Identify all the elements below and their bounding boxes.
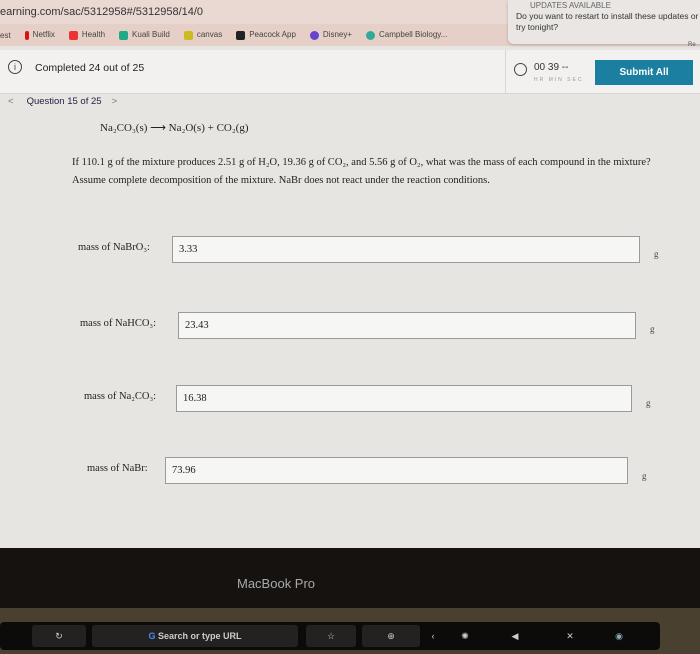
campbell-icon: [366, 30, 376, 40]
macbook-brand: MacBook Pro: [237, 576, 316, 591]
info-icon[interactable]: i: [8, 60, 22, 74]
notification-message: Do you want to restart to install these …: [516, 11, 699, 33]
timer: 00 39 -- HR MIN SEC: [505, 50, 587, 94]
question-indicator: Question 15 of 25: [26, 96, 102, 107]
new-tab-icon[interactable]: ⊕: [362, 625, 420, 647]
bookmark-disney[interactable]: Disney+: [309, 30, 352, 40]
touchbar-search[interactable]: G Search or type URL: [92, 625, 298, 647]
nabr-mass-input[interactable]: [165, 457, 628, 484]
touch-bar: ↻ G Search or type URL ☆ ⊕ ‹ ✺ ◀ ✕ ◉: [0, 622, 660, 650]
canvas-icon: [183, 30, 193, 40]
timer-labels: HR MIN SEC: [534, 77, 584, 83]
mute-icon[interactable]: ✕: [555, 625, 585, 647]
reaction-equation: Na₂CO₃(s) ⟶ Na₂O(s) + CO₂(g): [100, 122, 249, 134]
unit-label: g: [654, 249, 659, 259]
na2co3-mass-input[interactable]: [176, 385, 632, 412]
bookmark-health[interactable]: Health: [68, 30, 105, 40]
peacock-icon: [236, 30, 246, 40]
volume-icon[interactable]: ◀: [500, 625, 530, 647]
unit-label: g: [650, 324, 655, 334]
netflix-icon: [24, 30, 29, 40]
notification-heading: UPDATES AVAILABLE: [530, 1, 611, 10]
collapse-icon[interactable]: ‹: [424, 625, 442, 647]
answer-label: mass of NaHCO₃:: [80, 318, 156, 329]
disney-icon: [309, 30, 319, 40]
reload-icon[interactable]: ↻: [32, 625, 86, 647]
bookmark-kuali[interactable]: Kuali Build: [119, 30, 170, 40]
bookmark-campbell[interactable]: Campbell Biology...: [366, 30, 447, 40]
completion-status: Completed 24 out of 25: [35, 62, 145, 74]
unit-label: g: [646, 398, 651, 408]
reader-button[interactable]: Re: [688, 42, 696, 48]
submit-all-button[interactable]: Submit All: [595, 60, 693, 85]
brightness-icon[interactable]: ✺: [450, 625, 480, 647]
bookmark-star-icon[interactable]: ☆: [306, 625, 356, 647]
bookmark-canvas[interactable]: canvas: [183, 30, 222, 40]
timer-value: 00 39 --: [534, 62, 569, 73]
bookmark-0[interactable]: est: [0, 31, 11, 40]
bookmark-netflix[interactable]: Netflix: [24, 30, 55, 40]
assignment-header: i Completed 24 out of 25 00 39 -- HR MIN…: [0, 50, 700, 94]
answer-label: mass of Na₂CO₃:: [84, 391, 157, 402]
google-icon: G: [148, 631, 158, 641]
answer-label: mass of NaBrO₃:: [78, 242, 150, 253]
health-icon: [68, 30, 78, 40]
bookmark-peacock[interactable]: Peacock App: [236, 30, 296, 40]
next-question-button[interactable]: >: [112, 96, 118, 107]
update-notification[interactable]: UPDATES AVAILABLE Do you want to restart…: [508, 0, 700, 44]
nabro3-mass-input[interactable]: [172, 236, 640, 263]
kuali-icon: [119, 30, 129, 40]
siri-icon[interactable]: ◉: [604, 625, 634, 647]
url[interactable]: earning.com/sac/5312958#/5312958/14/0: [0, 6, 203, 18]
nahco3-mass-input[interactable]: [178, 312, 636, 339]
question-nav: < Question 15 of 25 >: [8, 96, 117, 107]
laptop-bezel: [0, 548, 700, 608]
unit-label: g: [642, 471, 647, 481]
answer-label: mass of NaBr:: [87, 463, 148, 474]
clock-icon: [514, 63, 527, 76]
screen: earning.com/sac/5312958#/5312958/14/0 es…: [0, 0, 700, 548]
question-text: If 110.1 g of the mixture produces 2.51 …: [72, 157, 651, 186]
prev-question-button[interactable]: <: [8, 96, 14, 107]
